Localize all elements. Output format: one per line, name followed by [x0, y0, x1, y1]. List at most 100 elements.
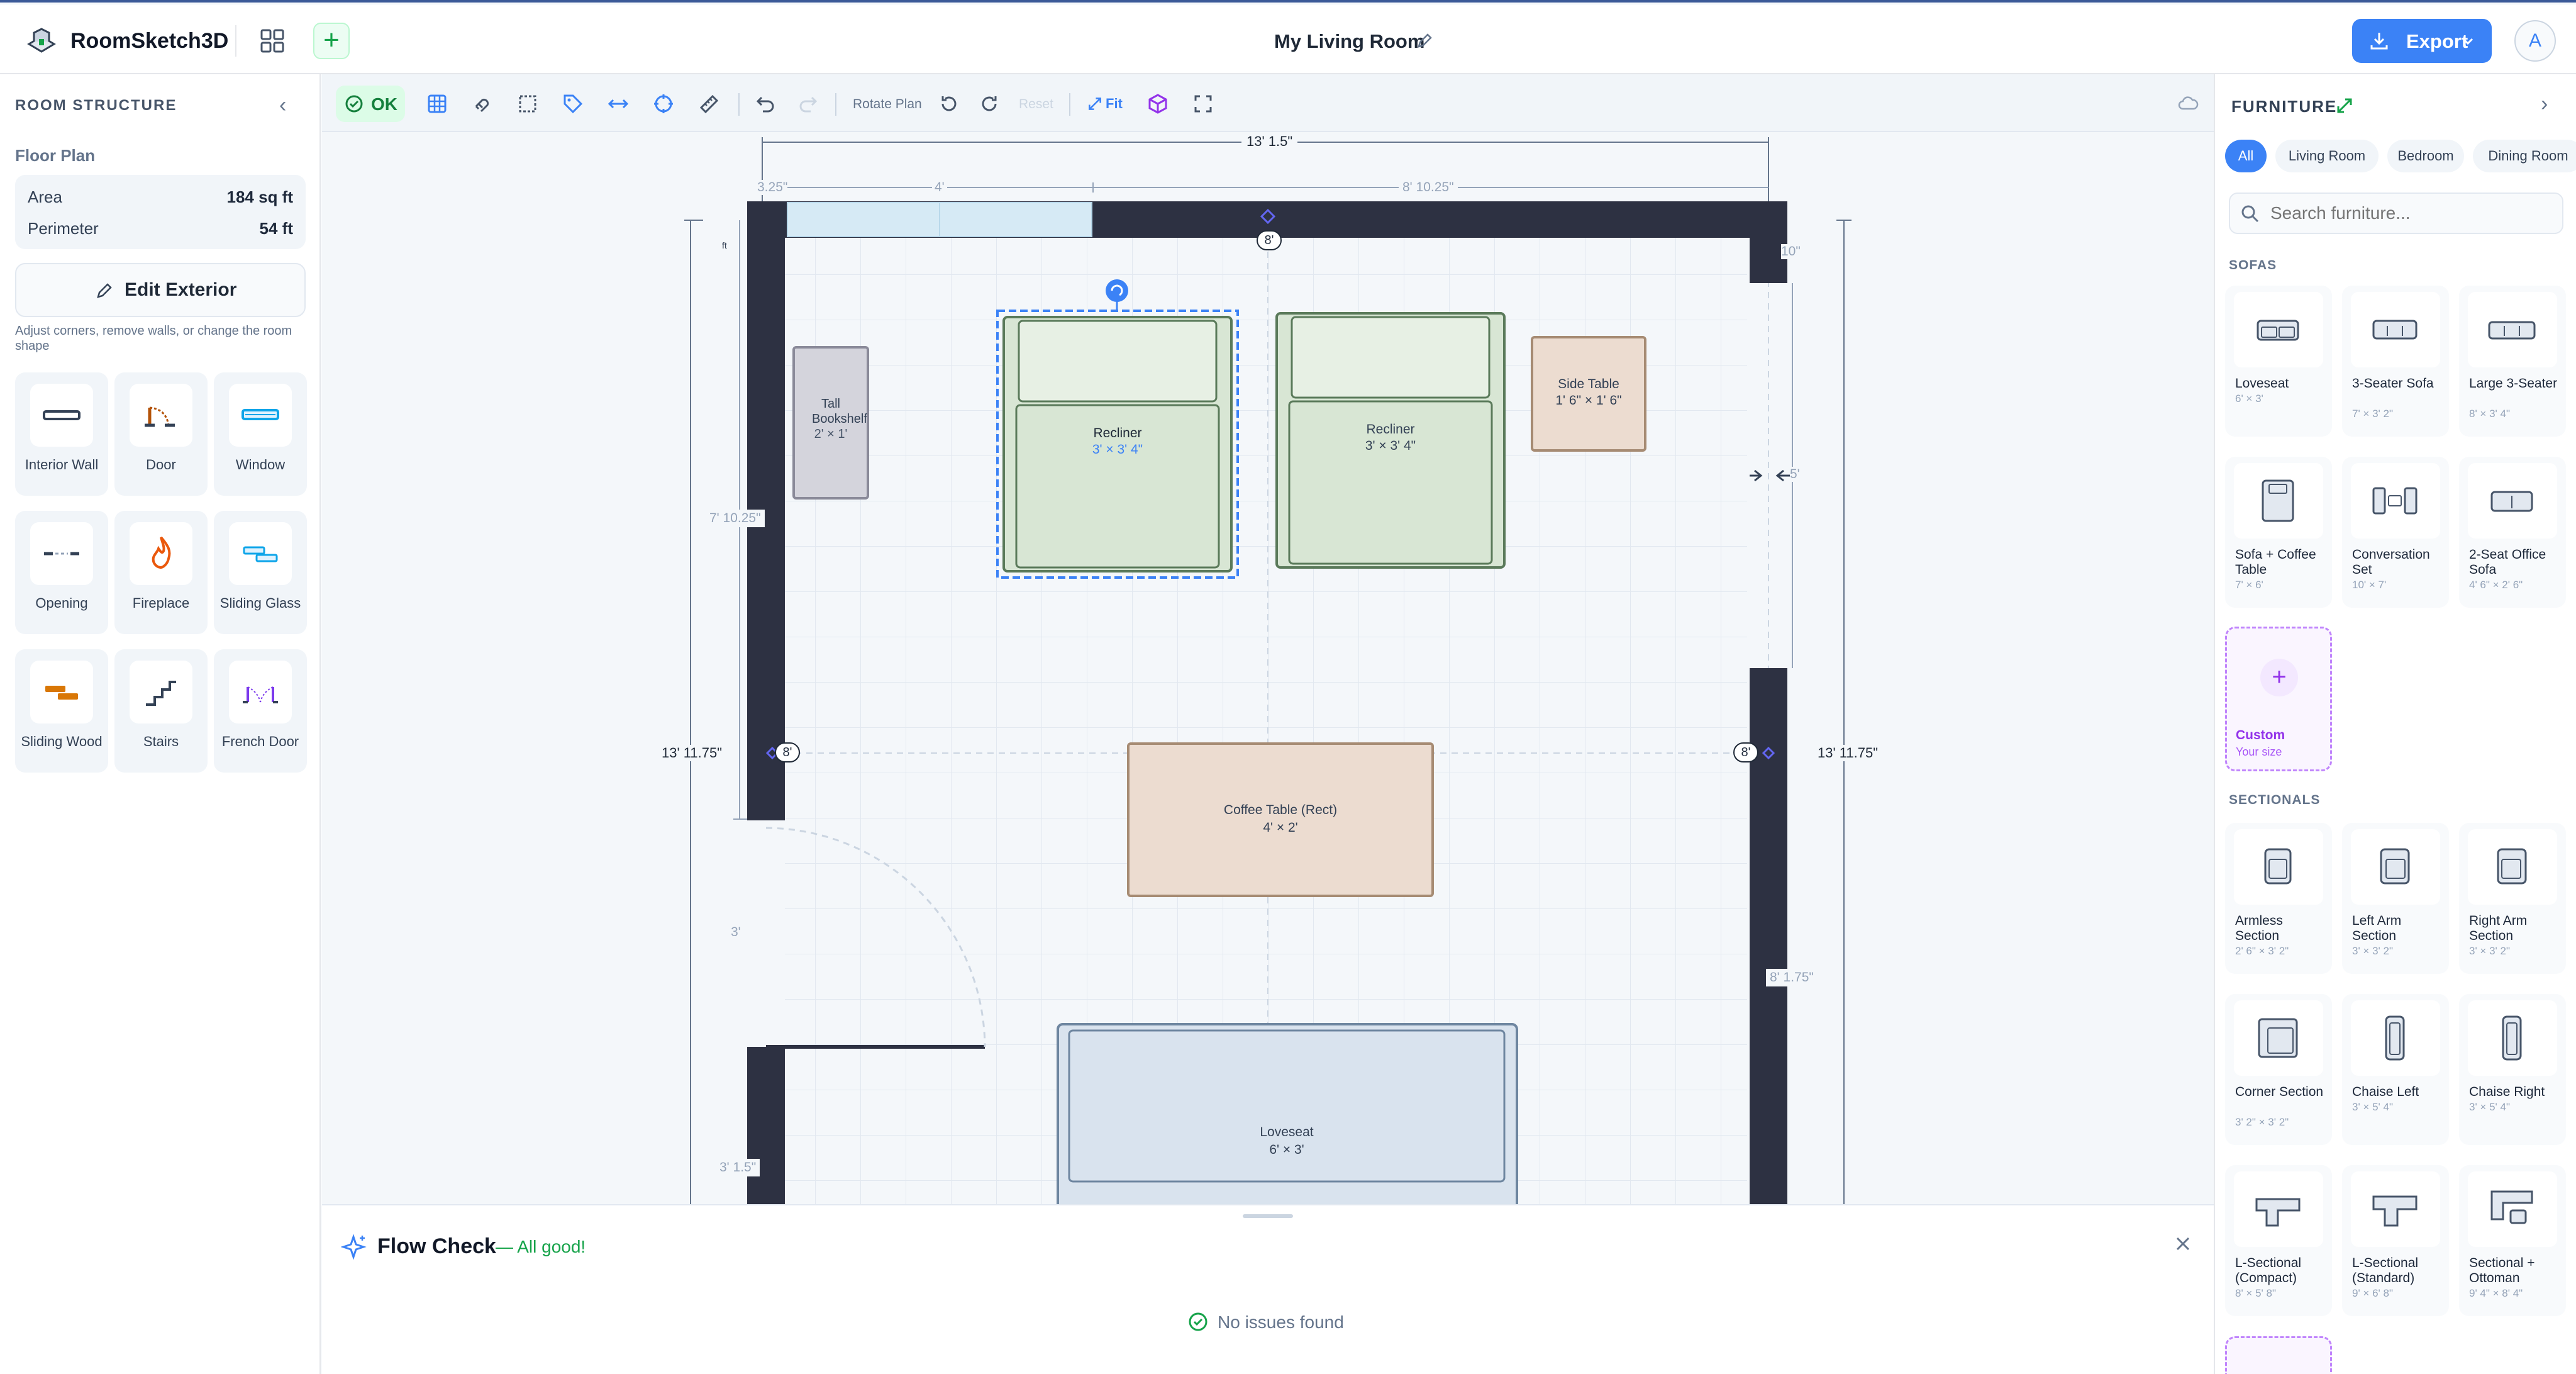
new-project-button[interactable]: + [313, 23, 350, 59]
dim-right-total: 13' 11.75" [1814, 745, 1882, 761]
furniture-card-conversation-set[interactable]: Conversation Set 10' × 7' [2342, 457, 2449, 608]
floor-plan-label: Floor Plan [15, 146, 96, 165]
furniture-card-corner-section[interactable]: Corner Section 3' 2" × 3' 2" [2225, 994, 2332, 1145]
pencil-icon[interactable] [1415, 31, 1434, 50]
corner-section-icon [2258, 1018, 2298, 1058]
app-window: RoomSketch3D + My Living Room Export A R… [0, 0, 2576, 1374]
validation-ok-button[interactable]: OK [336, 86, 405, 122]
furniture-card-left-arm-section[interactable]: Left Arm Section 3' × 3' 2" [2342, 823, 2449, 974]
furniture-side-table[interactable]: Side Table 1' 6" × 1' 6" [1532, 376, 1645, 409]
reset-button[interactable]: Reset [1019, 97, 1053, 112]
resize-handle[interactable] [1243, 1214, 1293, 1218]
chevron-down-icon [2462, 38, 2473, 45]
tool-stairs[interactable]: Stairs [114, 649, 208, 773]
custom-sectional-button[interactable] [2225, 1336, 2332, 1374]
furniture-card-armless-section[interactable]: Armless Section 2' 6" × 3' 2" [2225, 823, 2332, 974]
dim-left-bottom: 3' 1.5" [716, 1159, 760, 1176]
sectional-ottoman-icon [2490, 1190, 2533, 1224]
custom-furniture-button[interactable]: + Custom Your size [2225, 627, 2332, 771]
furniture-coffee-table[interactable]: Coffee Table (Rect) 4' × 2' [1128, 802, 1433, 837]
furniture-card-large-3-seater[interactable]: Large 3-Seater 8' × 3' 4" [2459, 286, 2566, 437]
furniture-card-l-sectional-standard[interactable]: L-Sectional (Standard) 9' × 6' 8" [2342, 1165, 2449, 1316]
download-icon [2370, 33, 2388, 50]
furniture-card-sofa-coffee-table[interactable]: Sofa + Coffee Table 7' × 6' [2225, 457, 2332, 608]
expand-icon[interactable] [2336, 97, 2353, 114]
tab-dining-room[interactable]: Dining Room [2473, 140, 2576, 172]
center-toggle-button[interactable] [648, 88, 679, 120]
stat-area: Area 184 sq ft [28, 187, 293, 206]
snap-toggle-button[interactable] [467, 88, 498, 120]
tool-french-door[interactable]: French Door [214, 649, 307, 773]
window-icon [242, 409, 279, 420]
cloud-sync-button[interactable] [2172, 88, 2204, 120]
furniture-card-chaise-right[interactable]: Chaise Right 3' × 5' 4" [2459, 994, 2566, 1145]
undo-button[interactable] [750, 88, 781, 120]
rotate-right-button[interactable] [974, 88, 1005, 120]
collapse-left-button[interactable]: ‹ [279, 93, 298, 118]
rotate-left-button[interactable] [933, 88, 965, 120]
tab-all[interactable]: All [2225, 140, 2267, 172]
furniture-recliner-selected[interactable]: Recliner 3' × 3' 4" [1004, 425, 1231, 458]
fullscreen-icon [1194, 95, 1212, 113]
armless-section-icon [2264, 848, 2292, 885]
furniture-card-sectional-ottoman[interactable]: Sectional + Ottoman 9' 4" × 8' 4" [2459, 1165, 2566, 1316]
furniture-card-loveseat[interactable]: Loveseat 6' × 3' [2225, 286, 2332, 437]
sofa-icon [2372, 320, 2418, 340]
app-name: RoomSketch3D [70, 29, 229, 53]
furniture-card-2-seat-office-sofa[interactable]: 2-Seat Office Sofa 4' 6" × 2' 6" [2459, 457, 2566, 608]
dim-top-total: 13' 1.5" [1241, 133, 1298, 150]
furniture-loveseat[interactable]: Loveseat 6' × 3' [1069, 1124, 1504, 1159]
edit-exterior-button[interactable]: Edit Exterior [15, 263, 306, 317]
furniture-card-l-sectional-compact[interactable]: L-Sectional (Compact) 8' × 5' 8" [2225, 1165, 2332, 1316]
floor-plan-drawing [684, 137, 1852, 1277]
tool-fireplace[interactable]: Fireplace [114, 511, 208, 634]
magnet-icon [475, 98, 489, 113]
check-circle-icon [1189, 1312, 1208, 1331]
ceiling-height-left: 8' [775, 742, 800, 762]
collapse-right-button[interactable]: › [2541, 92, 2560, 117]
document-title[interactable]: My Living Room [1274, 30, 1424, 53]
units-label: ft [722, 240, 727, 250]
tool-window[interactable]: Window [214, 372, 307, 496]
dim-right-gap: 5' [1790, 467, 1800, 482]
furniture-recliner[interactable]: Recliner 3' × 3' 4" [1277, 422, 1504, 454]
furniture-card-chaise-left[interactable]: Chaise Left 3' × 5' 4" [2342, 994, 2449, 1145]
floor-plan-canvas[interactable]: 13' 1.5" 3.25" 4' 8' 10.25" 8' 10" 5' 7'… [322, 132, 2214, 1374]
toolbar-divider [835, 93, 836, 116]
redo-icon [799, 96, 818, 113]
tag-icon [564, 94, 583, 114]
redo-button[interactable] [792, 88, 824, 120]
fit-button[interactable]: Fit [1085, 88, 1135, 120]
labels-toggle-button[interactable] [557, 88, 589, 120]
measure-button[interactable] [693, 88, 724, 120]
export-button[interactable]: Export [2352, 19, 2492, 63]
furniture-panel: FURNITURE › All Living Room Bedroom Dini… [2214, 74, 2576, 1374]
grid-toggle-button[interactable] [421, 88, 453, 120]
furniture-tall-bookshelf[interactable]: Tall Bookshelf 2' × 1' [794, 396, 868, 442]
furniture-card-3-seater-sofa[interactable]: 3-Seater Sofa 7' × 3' 2" [2342, 286, 2449, 437]
furniture-search-input[interactable] [2229, 193, 2563, 234]
french-door-icon [243, 686, 278, 703]
3d-view-button[interactable] [1142, 88, 1174, 120]
dimensions-toggle-button[interactable] [602, 88, 634, 120]
tool-sliding-glass[interactable]: Sliding Glass [214, 511, 307, 634]
tab-living-room[interactable]: Living Room [2275, 140, 2379, 172]
tool-sliding-wood[interactable]: Sliding Wood [15, 649, 108, 773]
fullscreen-button[interactable] [1187, 88, 1219, 120]
tool-interior-wall[interactable]: Interior Wall [15, 372, 108, 496]
tool-door[interactable]: Door [114, 372, 208, 496]
stat-perimeter: Perimeter 54 ft [28, 219, 293, 238]
select-area-button[interactable] [512, 88, 543, 120]
dashboard-grid-icon[interactable] [258, 26, 287, 55]
tab-bedroom[interactable]: Bedroom [2387, 140, 2464, 172]
close-icon[interactable] [2172, 1233, 2194, 1254]
avatar[interactable]: A [2514, 20, 2556, 62]
section-header-sofas: SOFAS [2229, 258, 2277, 272]
room-structure-panel: ROOM STRUCTURE ‹ Floor Plan Area 184 sq f… [0, 74, 321, 1374]
furniture-card-right-arm-section[interactable]: Right Arm Section 3' × 3' 2" [2459, 823, 2566, 974]
office-sofa-icon [2490, 491, 2533, 512]
room-stats: Area 184 sq ft Perimeter 54 ft [15, 175, 306, 249]
conversation-set-icon [2372, 487, 2418, 515]
tool-opening[interactable]: Opening [15, 511, 108, 634]
edit-hint: Adjust corners, remove walls, or change … [15, 324, 292, 353]
